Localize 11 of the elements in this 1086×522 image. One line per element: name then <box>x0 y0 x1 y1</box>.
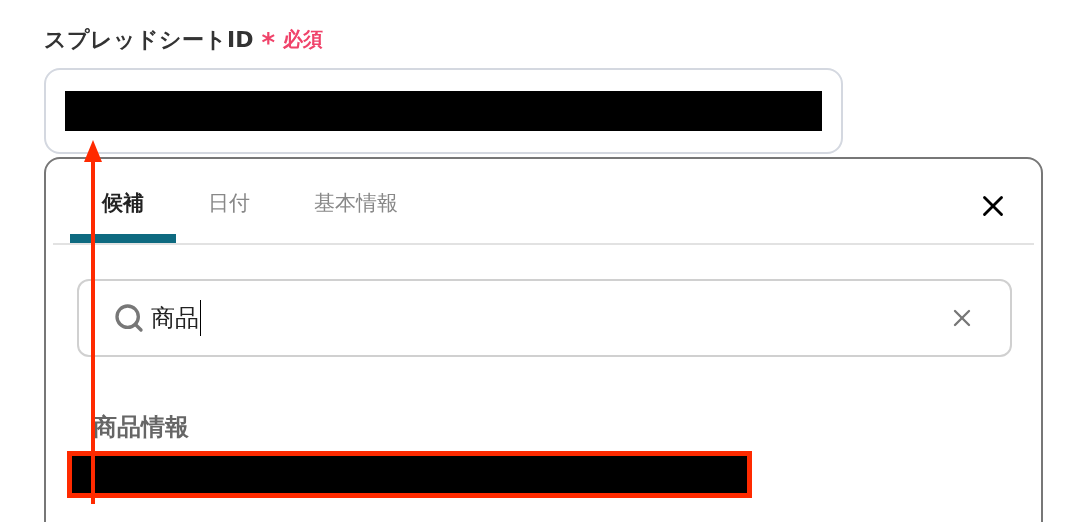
required-asterisk: * <box>261 30 276 56</box>
search-icon <box>113 302 145 334</box>
required-label: 必須 <box>283 26 324 53</box>
group-title: 商品情報 <box>93 412 190 443</box>
search-field[interactable]: 商品 <box>77 279 1012 357</box>
spreadsheet-id-field[interactable] <box>44 68 843 154</box>
tab[interactable]: 日付 <box>176 157 282 243</box>
tab[interactable]: 基本情報 <box>282 157 430 243</box>
field-label: スプレッドシートID <box>44 25 254 54</box>
redacted-option[interactable] <box>67 451 752 498</box>
search-text: 商品 <box>151 300 201 336</box>
